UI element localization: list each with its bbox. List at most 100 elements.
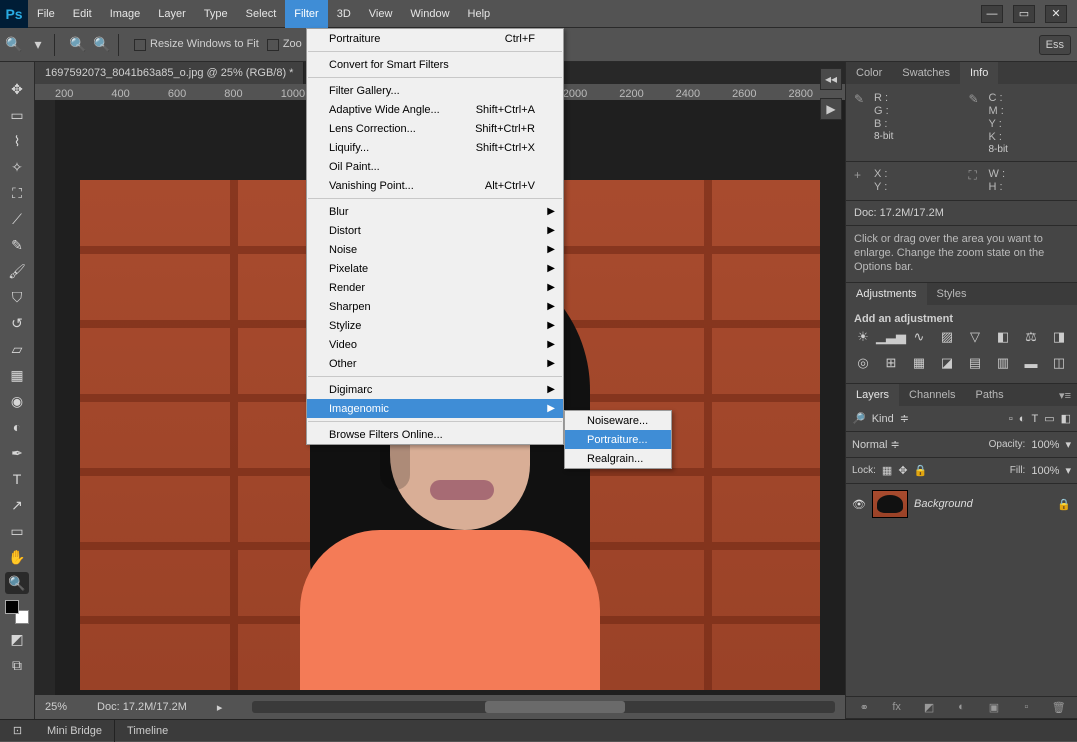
submenu-item-portraiture[interactable]: Portraiture...	[565, 430, 671, 449]
magic-wand-tool-icon[interactable]: ✧	[5, 156, 29, 178]
posterize-icon[interactable]: ▤	[966, 355, 984, 371]
zoom-option-checkbox[interactable]: Zoo	[267, 38, 302, 50]
filter-item-portraiture[interactable]: PortraitureCtrl+F	[307, 29, 563, 48]
threshold-icon[interactable]: ▥	[994, 355, 1012, 371]
shape-tool-icon[interactable]: ▭	[5, 520, 29, 542]
exposure-icon[interactable]: ▨	[938, 329, 956, 345]
filter-item-distort[interactable]: Distort▶	[307, 221, 563, 240]
filter-item-other[interactable]: Other▶	[307, 354, 563, 373]
submenu-item-noiseware[interactable]: Noiseware...	[565, 411, 671, 430]
bw-icon[interactable]: ◨	[1050, 329, 1068, 345]
menu-edit[interactable]: Edit	[64, 0, 101, 28]
curves-icon[interactable]: ∿	[910, 329, 928, 345]
color-swatches[interactable]	[5, 600, 29, 624]
filter-item-lens-correction[interactable]: Lens Correction...Shift+Ctrl+R	[307, 119, 563, 138]
lock-position-icon[interactable]: ✥	[898, 464, 907, 477]
tab-channels[interactable]: Channels	[899, 384, 965, 406]
gradient-tool-icon[interactable]: ▦	[5, 364, 29, 386]
gradient-map-icon[interactable]: ▬	[1022, 355, 1040, 371]
menu-filter[interactable]: Filter	[285, 0, 327, 28]
filter-item-noise[interactable]: Noise▶	[307, 240, 563, 259]
menu-3d[interactable]: 3D	[328, 0, 360, 28]
brightness-icon[interactable]: ☀	[854, 329, 872, 345]
fill-value[interactable]: 100%	[1031, 465, 1059, 477]
menu-help[interactable]: Help	[459, 0, 500, 28]
timeline-tab[interactable]: Timeline	[115, 720, 180, 742]
filter-item-filter-gallery[interactable]: Filter Gallery...	[307, 81, 563, 100]
filter-item-browse-filters-online[interactable]: Browse Filters Online...	[307, 425, 563, 444]
resize-windows-checkbox[interactable]: Resize Windows to Fit	[134, 38, 259, 50]
crop-tool-icon[interactable]: ⛶	[5, 182, 29, 204]
filter-item-adaptive-wide-angle[interactable]: Adaptive Wide Angle...Shift+Ctrl+A	[307, 100, 563, 119]
submenu-item-realgrain[interactable]: Realgrain...	[565, 449, 671, 468]
filter-image-icon[interactable]: ▫	[1009, 413, 1013, 425]
filter-item-imagenomic[interactable]: Imagenomic▶	[307, 399, 563, 418]
delete-layer-icon[interactable]: 🗑	[1047, 701, 1071, 714]
dropdown-icon[interactable]: ▾	[30, 37, 46, 53]
type-tool-icon[interactable]: T	[5, 468, 29, 490]
filter-item-video[interactable]: Video▶	[307, 335, 563, 354]
filter-item-liquify[interactable]: Liquify...Shift+Ctrl+X	[307, 138, 563, 157]
brush-tool-icon[interactable]: 🖌	[5, 260, 29, 282]
zoom-in-icon[interactable]: 🔍	[70, 37, 86, 53]
levels-icon[interactable]: ▁▃▅	[882, 329, 900, 345]
close-button[interactable]: ✕	[1045, 5, 1067, 23]
tab-swatches[interactable]: Swatches	[892, 62, 960, 84]
dodge-tool-icon[interactable]: ◐	[5, 416, 29, 438]
panel-menu-icon[interactable]: ▾≡	[1053, 389, 1077, 402]
eyedropper-tool-icon[interactable]: ⟋	[5, 208, 29, 230]
healing-tool-icon[interactable]: ✎	[5, 234, 29, 256]
filter-type-icon[interactable]: T	[1031, 413, 1038, 425]
quick-mask-icon[interactable]: ◩	[5, 628, 29, 650]
zoom-tool-icon[interactable]: 🔍	[5, 572, 29, 594]
color-lookup-icon[interactable]: ▦	[910, 355, 928, 371]
zoom-level[interactable]: 25%	[45, 701, 67, 713]
workspace-switcher[interactable]: Ess	[1039, 35, 1071, 55]
menu-type[interactable]: Type	[195, 0, 237, 28]
visibility-icon[interactable]: 👁	[852, 498, 866, 511]
hand-tool-icon[interactable]: ✋	[5, 546, 29, 568]
opacity-value[interactable]: 100%	[1031, 439, 1059, 451]
filter-item-sharpen[interactable]: Sharpen▶	[307, 297, 563, 316]
horizontal-scrollbar[interactable]	[252, 701, 835, 713]
tab-info[interactable]: Info	[960, 62, 998, 84]
filter-item-stylize[interactable]: Stylize▶	[307, 316, 563, 335]
filter-item-vanishing-point[interactable]: Vanishing Point...Alt+Ctrl+V	[307, 176, 563, 195]
menu-view[interactable]: View	[360, 0, 402, 28]
link-layers-icon[interactable]: ⚭	[852, 701, 876, 714]
history-dock-icon[interactable]: ◂◂	[820, 68, 842, 90]
fx-icon[interactable]: fx	[884, 701, 908, 714]
group-icon[interactable]: ▣	[982, 701, 1006, 714]
blur-tool-icon[interactable]: ◉	[5, 390, 29, 412]
marquee-tool-icon[interactable]: ▭	[5, 104, 29, 126]
zoom-out-icon[interactable]: 🔍	[94, 37, 110, 53]
document-tab[interactable]: 1697592073_8041b63a85_o.jpg @ 25% (RGB/8…	[35, 62, 304, 84]
menu-window[interactable]: Window	[401, 0, 458, 28]
tab-paths[interactable]: Paths	[966, 384, 1014, 406]
color-balance-icon[interactable]: ⚖	[1022, 329, 1040, 345]
filter-item-digimarc[interactable]: Digimarc▶	[307, 380, 563, 399]
invert-icon[interactable]: ◪	[938, 355, 956, 371]
photo-filter-icon[interactable]: ◎	[854, 355, 872, 371]
hue-icon[interactable]: ◧	[994, 329, 1012, 345]
mini-bridge-tab[interactable]: Mini Bridge	[35, 720, 115, 742]
move-tool-icon[interactable]: ✥	[5, 78, 29, 100]
minimize-button[interactable]: ―	[981, 5, 1003, 23]
menu-file[interactable]: File	[28, 0, 64, 28]
channel-mixer-icon[interactable]: ⊞	[882, 355, 900, 371]
adjustment-layer-icon[interactable]: ◐	[949, 701, 973, 714]
layer-filter-kind[interactable]: Kind	[872, 413, 894, 425]
new-layer-icon[interactable]: ▫	[1014, 701, 1038, 714]
stamp-tool-icon[interactable]: ⛉	[5, 286, 29, 308]
pen-tool-icon[interactable]: ✒	[5, 442, 29, 464]
blend-mode-select[interactable]: Normal ≑	[852, 438, 900, 451]
eraser-tool-icon[interactable]: ▱	[5, 338, 29, 360]
lasso-tool-icon[interactable]: ⌇	[5, 130, 29, 152]
screen-mode-icon[interactable]: ⧉	[5, 654, 29, 676]
filter-item-convert-for-smart-filters[interactable]: Convert for Smart Filters	[307, 55, 563, 74]
filter-item-pixelate[interactable]: Pixelate▶	[307, 259, 563, 278]
lock-all-icon[interactable]: 🔒	[914, 464, 928, 477]
menu-image[interactable]: Image	[101, 0, 150, 28]
filter-adjust-icon[interactable]: ◐	[1019, 413, 1026, 425]
layer-row-background[interactable]: 👁 Background 🔒	[846, 484, 1077, 524]
